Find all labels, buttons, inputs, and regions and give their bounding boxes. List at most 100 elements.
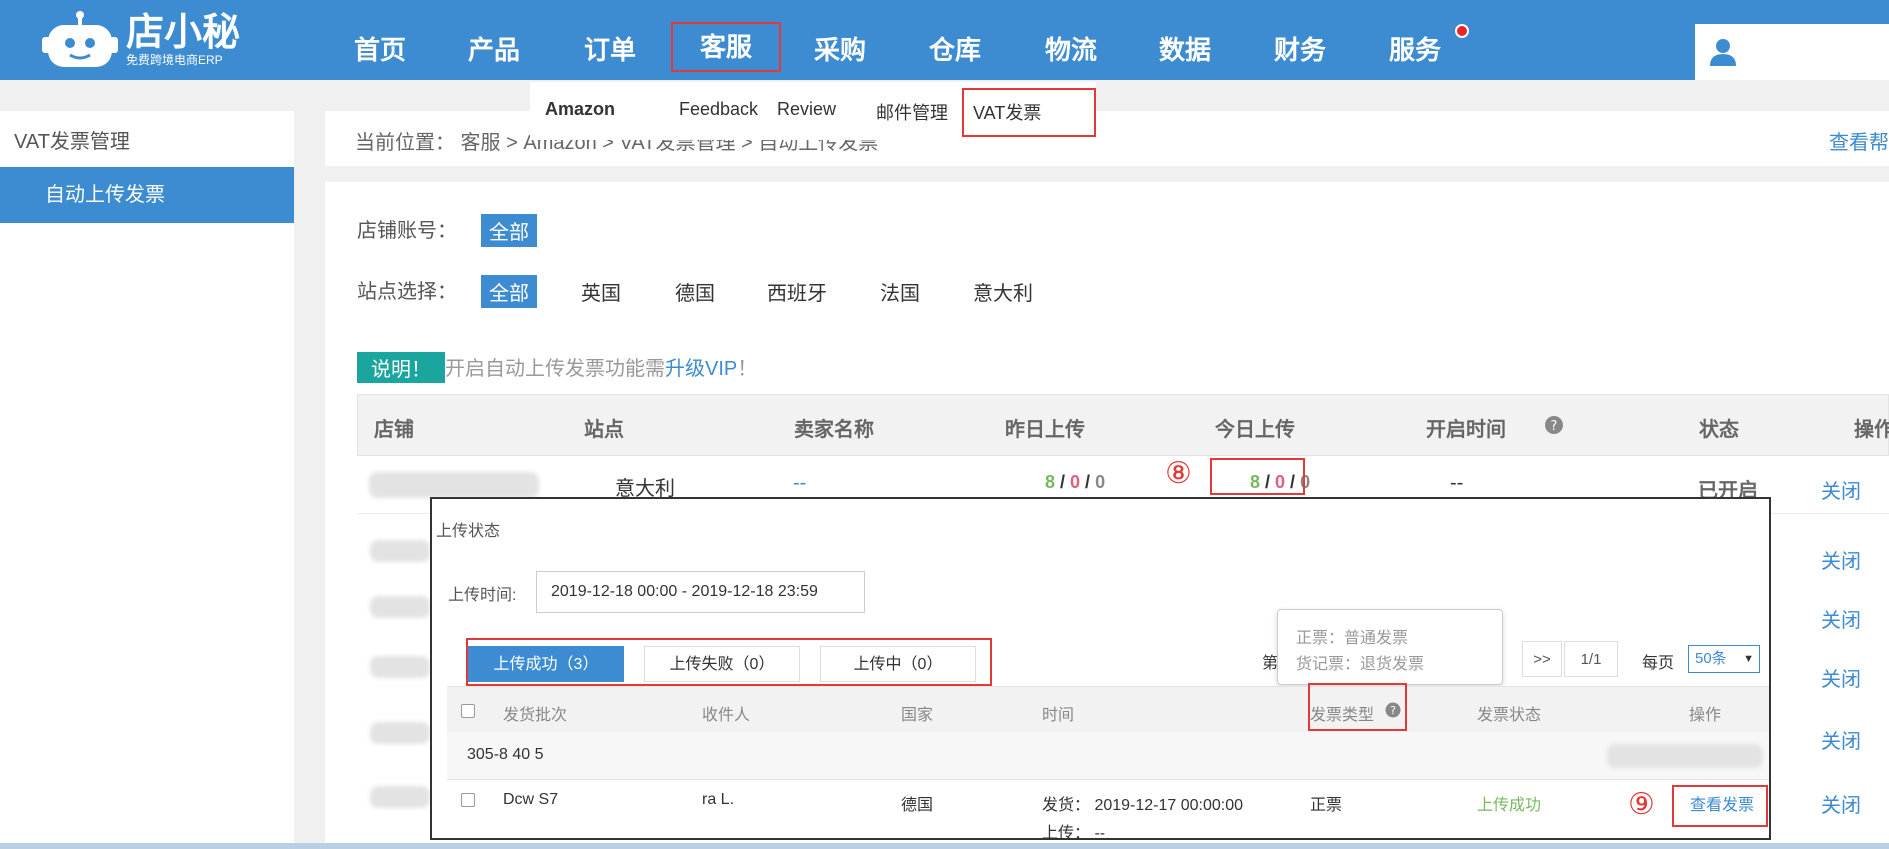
blurred-store-name	[370, 722, 430, 744]
site-label: 站点选择：	[357, 281, 457, 303]
per-page-select[interactable]: 50条 ▼	[1688, 645, 1760, 673]
close-link[interactable]: 关闭	[1821, 789, 1861, 818]
close-link[interactable]: 关闭	[1821, 475, 1861, 504]
notice-text: 开启自动上传发票功能需升级VIP！	[445, 352, 757, 381]
nav-purchase[interactable]: 采购	[785, 0, 895, 80]
close-link[interactable]: 关闭	[1821, 663, 1861, 692]
svg-text:?: ?	[1551, 419, 1558, 434]
user-icon	[1710, 39, 1736, 66]
tooltip-line-1: 正票：普通发票	[1296, 630, 1409, 647]
batch-group-row: 305-8 40 5	[447, 732, 1769, 780]
submenu-feedback[interactable]: Feedback	[679, 99, 758, 120]
col-open-time: 开启时间	[1426, 419, 1506, 441]
nav-data[interactable]: 数据	[1130, 0, 1240, 80]
help-link[interactable]: 查看帮	[1829, 126, 1889, 155]
row-recipient: ra L.	[702, 791, 735, 808]
tooltip-line-2: 货记票：退货发票	[1296, 656, 1425, 673]
dialog-table-header: 发货批次 收件人 国家 时间 发票类型 ? 发票状态 操作	[447, 686, 1769, 732]
bottom-scrollbar[interactable]	[0, 843, 1889, 849]
caret-down-icon: ▼	[1743, 653, 1754, 665]
submenu-mail[interactable]: 邮件管理	[876, 99, 948, 125]
col-invoice-status: 发票状态	[1477, 707, 1542, 724]
notice-body: 开启自动上传发票功能需	[445, 358, 665, 380]
nav-services[interactable]: 服务	[1360, 0, 1470, 80]
col-recipient: 收件人	[702, 707, 751, 724]
sidebar-item-auto-upload[interactable]: 自动上传发票	[0, 167, 294, 223]
per-page-value: 50条	[1695, 650, 1727, 667]
pager-page: 1/1	[1564, 641, 1618, 677]
nav-orders[interactable]: 订单	[555, 0, 665, 80]
table-header: 店铺 站点 卖家名称 昨日上传 今日上传 开启时间 ? 状态 操作	[357, 394, 1889, 456]
highlight-box-invoice-type	[1308, 683, 1407, 731]
col-operation: 操作	[1689, 707, 1722, 724]
annotation-8: ⑧	[1165, 457, 1192, 490]
site-option-fr[interactable]: 法国	[872, 275, 928, 308]
batch-number: 305-8 40 5	[467, 746, 544, 763]
nav-home[interactable]: 首页	[325, 0, 435, 80]
highlight-box-today	[1210, 458, 1305, 495]
close-link[interactable]: 关闭	[1821, 604, 1861, 633]
notice-tail: ！	[737, 358, 758, 380]
store-label: 店铺账号：	[357, 220, 457, 242]
select-all-checkbox[interactable]	[461, 704, 475, 718]
blurred-store-name	[370, 540, 430, 562]
tab-upload-failed[interactable]: 上传失败（0）	[644, 646, 800, 682]
row-country: 德国	[901, 797, 934, 814]
blurred-info	[1607, 744, 1763, 768]
col-site: 站点	[584, 419, 624, 441]
col-time: 时间	[1042, 707, 1075, 724]
col-action: 操作	[1854, 419, 1889, 441]
robot-logo-icon	[42, 11, 118, 67]
pager-next[interactable]: >>	[1522, 641, 1562, 677]
site-option-it[interactable]: 意大利	[965, 275, 1041, 308]
pager-prefix: 第	[1262, 655, 1279, 672]
submenu: Amazon Feedback Review 邮件管理 VAT发票	[530, 82, 1096, 140]
upload-status-tabs: 上传成功（3） 上传失败（0） 上传中（0）	[466, 638, 992, 686]
site-option-de[interactable]: 德国	[667, 275, 723, 308]
store-option-all[interactable]: 全部	[481, 214, 537, 247]
top-navbar: 店小秘 免费跨境电商ERP 首页 产品 订单 客服 采购 仓库 物流 数据 财务…	[0, 0, 1889, 80]
nav-products[interactable]: 产品	[439, 0, 549, 80]
per-page-label: 每页	[1642, 655, 1675, 672]
site-option-all[interactable]: 全部	[481, 275, 537, 308]
notification-dot	[1455, 24, 1469, 38]
row-checkbox[interactable]	[461, 793, 475, 807]
row-seller: --	[793, 472, 807, 494]
col-today: 今日上传	[1215, 419, 1295, 441]
tab-upload-success[interactable]: 上传成功（3）	[468, 646, 624, 682]
sidebar-title[interactable]: VAT发票管理	[14, 125, 130, 154]
upload-time-label: 上传时间:	[448, 587, 517, 604]
row-invoice-type: 正票	[1310, 797, 1343, 814]
site-option-uk[interactable]: 英国	[573, 275, 629, 308]
site-option-es[interactable]: 西班牙	[759, 275, 835, 308]
highlight-box-view-invoice	[1672, 785, 1768, 827]
nav-warehouse[interactable]: 仓库	[900, 0, 1010, 80]
col-status: 状态	[1699, 419, 1739, 441]
annotation-9: ⑨	[1628, 788, 1655, 821]
upgrade-vip-link[interactable]: 升级VIP	[665, 358, 737, 380]
user-menu[interactable]	[1695, 24, 1889, 80]
row-ship-time: 发货： 2019-12-17 00:00:00	[1042, 797, 1244, 814]
logo-slogan: 免费跨境电商ERP	[126, 53, 223, 67]
close-link[interactable]: 关闭	[1821, 545, 1861, 574]
blurred-store-name	[369, 472, 539, 498]
submenu-amazon[interactable]: Amazon	[545, 99, 615, 120]
help-circle-icon: ?	[1545, 416, 1563, 434]
row-upload-time: 上传： --	[1042, 825, 1106, 842]
tab-uploading[interactable]: 上传中（0）	[820, 646, 976, 682]
notice-tag: 说明！	[357, 352, 445, 383]
upload-time-range-input[interactable]: 2019-12-18 00:00 - 2019-12-18 23:59	[536, 571, 865, 613]
nav-customer-service[interactable]: 客服	[671, 22, 781, 72]
highlight-box	[962, 88, 1096, 137]
sidebar: VAT发票管理 自动上传发票	[0, 111, 294, 849]
nav-logistics[interactable]: 物流	[1016, 0, 1126, 80]
logo[interactable]: 店小秘 免费跨境电商ERP	[40, 6, 240, 74]
submenu-review[interactable]: Review	[777, 99, 836, 120]
blurred-store-name	[370, 786, 430, 808]
upload-status-dialog: 上传状态 上传时间: 2019-12-18 00:00 - 2019-12-18…	[430, 497, 1771, 842]
dialog-title: 上传状态	[436, 523, 501, 540]
close-link[interactable]: 关闭	[1821, 725, 1861, 754]
blurred-store-name	[370, 596, 430, 618]
nav-finance[interactable]: 财务	[1245, 0, 1355, 80]
col-yesterday: 昨日上传	[1005, 419, 1085, 441]
